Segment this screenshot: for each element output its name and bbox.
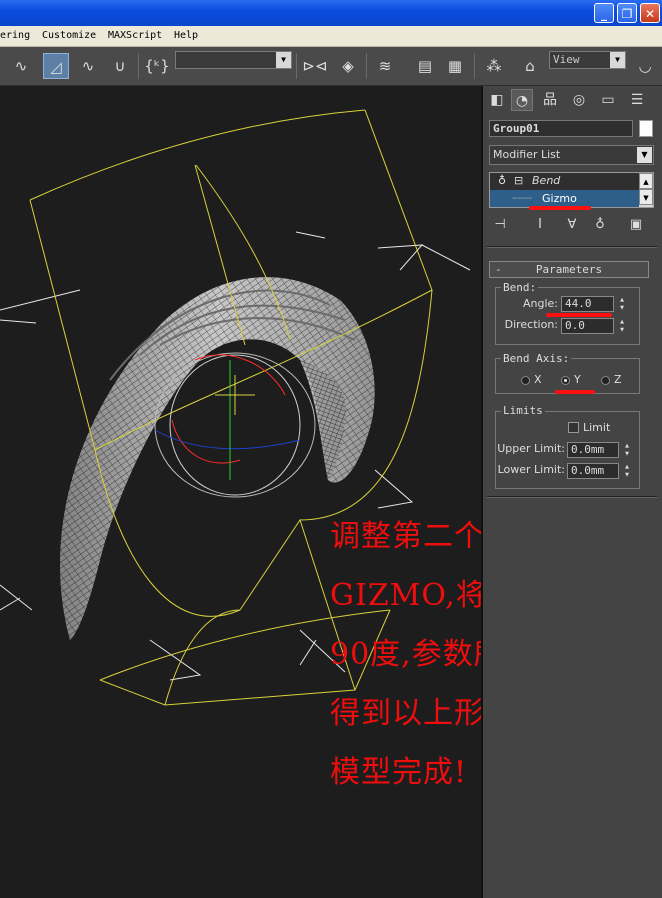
lower-limit-spinner-field[interactable]: 0.0mm [567, 463, 619, 479]
highlight-underline-axis [555, 390, 595, 394]
reference-coordinate-dropdown[interactable]: View ▼ [549, 51, 626, 69]
pin-stack-icon[interactable]: ⊣ [491, 216, 509, 234]
snap-toggle-icon[interactable]: ∿ [8, 53, 34, 79]
axis-z-label: Z [614, 373, 622, 386]
close-button[interactable]: ✕ [640, 3, 660, 23]
annotation-line-3: 90度,参数所图所示 [330, 637, 481, 672]
align-icon[interactable]: ◈ [335, 53, 361, 79]
modifier-list-dropdown[interactable]: Modifier List ▼ [489, 145, 654, 165]
lower-limit-label: Lower Limit: [497, 463, 565, 476]
make-unique-icon[interactable]: ∀ [563, 216, 581, 234]
upper-limit-spinner-arrows[interactable]: ▲ ▼ [622, 442, 632, 458]
axis-x-label: X [534, 373, 542, 386]
material-editor-icon[interactable]: ⁂ [481, 53, 507, 79]
display-tab-icon[interactable]: ▭ [597, 89, 619, 111]
axis-y-label: Y [574, 373, 581, 386]
angle-snap-icon[interactable]: ◿ [43, 53, 69, 79]
create-tab-icon[interactable]: ◧ [486, 89, 508, 111]
axis-y-radio[interactable] [561, 376, 570, 385]
annotation-line-4: 得到以上形状,到此 [330, 696, 481, 731]
render-setup-icon[interactable]: ⌂ [517, 53, 543, 79]
perspective-viewport[interactable]: 调整第二个BEND的 GIZMO,将它绕Z轴转 90度,参数所图所示 得到以上形… [0, 86, 481, 898]
menu-help[interactable]: Help [174, 30, 198, 41]
mirror-icon[interactable]: ⊳⊲ [302, 53, 328, 79]
stack-item-gizmo[interactable]: ┈┈┈ Gizmo [490, 190, 639, 207]
percent-snap-icon[interactable]: ∿ [75, 53, 101, 79]
limit-checkbox[interactable] [568, 422, 579, 433]
restore-button[interactable]: ❐ [617, 3, 637, 23]
configure-sets-icon[interactable]: ▣ [627, 216, 645, 234]
angle-spinner-arrows[interactable]: ▲ ▼ [617, 296, 627, 312]
modify-tab-icon[interactable]: ◔ [511, 89, 533, 111]
collapse-icon[interactable]: ⊟ [514, 173, 523, 189]
angle-label: Angle: [522, 297, 558, 310]
hierarchy-tab-icon[interactable]: 品 [539, 89, 561, 111]
bend-group-title: Bend: [501, 281, 539, 294]
lightbulb-icon[interactable]: ♁ [498, 173, 506, 189]
parameters-rollout-header[interactable]: - Parameters [489, 261, 649, 278]
remove-modifier-icon[interactable]: ♁ [591, 216, 609, 234]
menu-rendering[interactable]: ering [0, 30, 30, 41]
menu-maxscript[interactable]: MAXScript [108, 30, 162, 41]
angle-spinner-field[interactable]: 44.0 [561, 296, 614, 312]
spinner-snap-icon[interactable]: ∪ [107, 53, 133, 79]
stack-item-bend[interactable]: ♁ ⊟ Bend [490, 173, 639, 189]
curve-editor-icon[interactable]: ▤ [412, 53, 438, 79]
motion-tab-icon[interactable]: ◎ [568, 89, 590, 111]
minimize-button[interactable]: _ [594, 3, 614, 23]
utilities-tab-icon[interactable]: ☰ [626, 89, 648, 111]
upper-limit-label: Upper Limit: [497, 442, 565, 455]
quick-render-icon[interactable]: ◡ [632, 53, 658, 79]
upper-limit-spinner-field[interactable]: 0.0mm [567, 442, 619, 458]
limit-label: Limit [583, 421, 611, 434]
named-selection-icon[interactable]: {ᵏ} [144, 53, 170, 79]
named-selection-dropdown[interactable]: ▼ [175, 51, 292, 69]
modifier-stack[interactable]: ♁ ⊟ Bend ┈┈┈ Gizmo ▲ ▼ [489, 172, 654, 208]
direction-spinner-arrows[interactable]: ▲ ▼ [617, 318, 627, 334]
object-color-swatch[interactable] [639, 120, 653, 137]
direction-label: Direction: [504, 318, 558, 331]
lower-limit-spinner-arrows[interactable]: ▲ ▼ [622, 463, 632, 479]
axis-x-radio[interactable] [521, 376, 530, 385]
bent-shell-mesh [60, 277, 375, 640]
annotation-line-1: 调整第二个BEND的 [330, 519, 481, 554]
object-name-field[interactable]: Group01 [489, 120, 633, 137]
schematic-view-icon[interactable]: ▦ [442, 53, 468, 79]
stack-scrollbar[interactable]: ▲ ▼ [639, 173, 653, 207]
limits-group-title: Limits [501, 404, 545, 417]
highlight-underline-angle [546, 313, 612, 317]
direction-spinner-field[interactable]: 0.0 [561, 318, 614, 334]
menu-customize[interactable]: Customize [42, 30, 96, 41]
axis-z-radio[interactable] [601, 376, 610, 385]
show-end-result-icon[interactable]: Ⅰ [531, 216, 549, 234]
annotation-line-2: GIZMO,将它绕Z轴转 [330, 578, 481, 613]
annotation-line-5: 模型完成! [330, 755, 468, 790]
bend-axis-group-title: Bend Axis: [501, 352, 572, 365]
layer-manager-icon[interactable]: ≋ [372, 53, 398, 79]
command-panel: ◧ ◔ 品 ◎ ▭ ☰ Group01 Modifier List ▼ ♁ ⊟ B… [481, 86, 662, 898]
menu-bar: ering Customize MAXScript Help [0, 26, 662, 47]
window-title-bar: _ ❐ ✕ [0, 0, 662, 26]
highlight-underline-gizmo [529, 206, 591, 210]
